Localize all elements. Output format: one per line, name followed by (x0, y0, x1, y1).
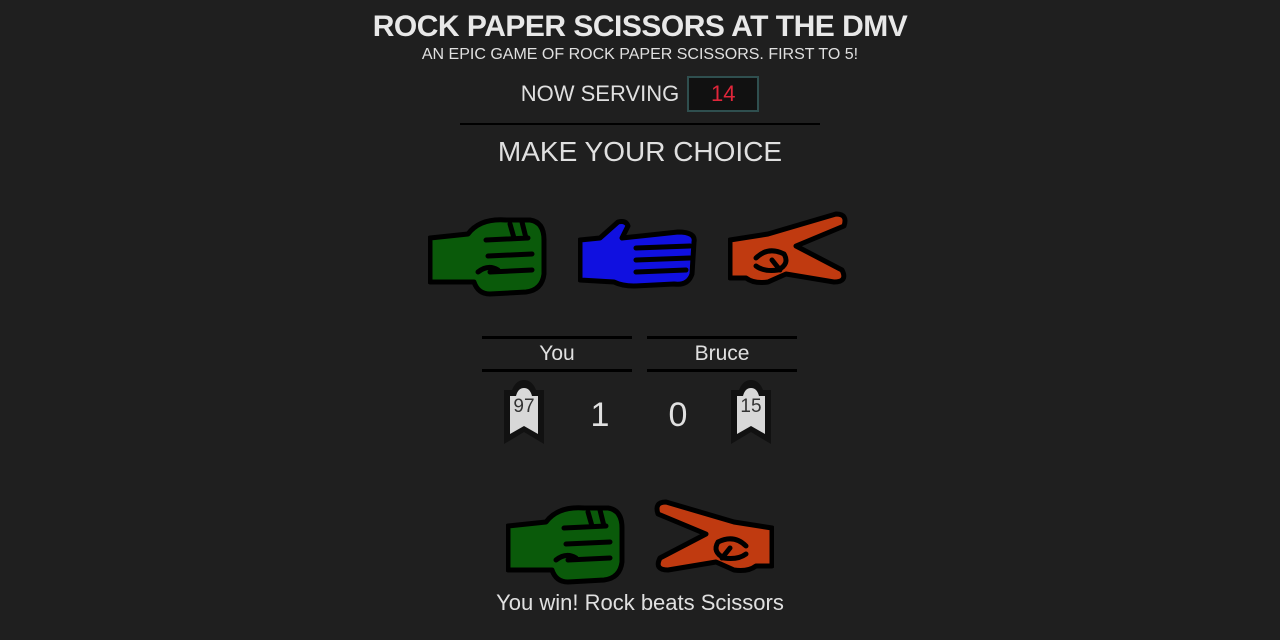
now-serving-label: NOW SERVING (520, 81, 680, 106)
header-divider (460, 123, 820, 125)
paper-choice-button[interactable] (577, 218, 700, 295)
scissors-hand-icon (727, 211, 848, 285)
now-serving-number: 14 (687, 76, 760, 112)
scissors-choice-button[interactable] (727, 210, 852, 295)
player-score: 1 (590, 396, 610, 434)
rock-fist-icon (427, 217, 547, 297)
opponent-score: 0 (668, 396, 688, 434)
page-title: ROCK PAPER SCISSORS AT THE DMV (372, 10, 908, 43)
paper-hand-icon (577, 219, 697, 289)
player-played-hand (505, 502, 626, 591)
rock-choice-button[interactable] (427, 214, 548, 303)
page-subtitle: AN EPIC GAME OF ROCK PAPER SCISSORS. FIR… (421, 46, 859, 63)
choice-heading: MAKE YOUR CHOICE (497, 136, 783, 167)
game-page: ROCK PAPER SCISSORS AT THE DMV AN EPIC G… (0, 0, 1280, 640)
round-result-text: You win! Rock beats Scissors (496, 590, 784, 615)
player-ticket: 97 (500, 376, 548, 453)
player-name-header: You (482, 336, 632, 372)
opponent-played-hand (650, 498, 775, 583)
opponent-ticket: 15 (727, 376, 775, 453)
rock-fist-icon (505, 505, 625, 585)
scissors-hand-icon (654, 499, 775, 573)
player-ticket-number: 97 (513, 396, 535, 417)
now-serving: NOW SERVING 14 (0, 76, 1280, 112)
opponent-ticket-number: 15 (740, 396, 762, 417)
opponent-name-header: Bruce (647, 336, 797, 372)
